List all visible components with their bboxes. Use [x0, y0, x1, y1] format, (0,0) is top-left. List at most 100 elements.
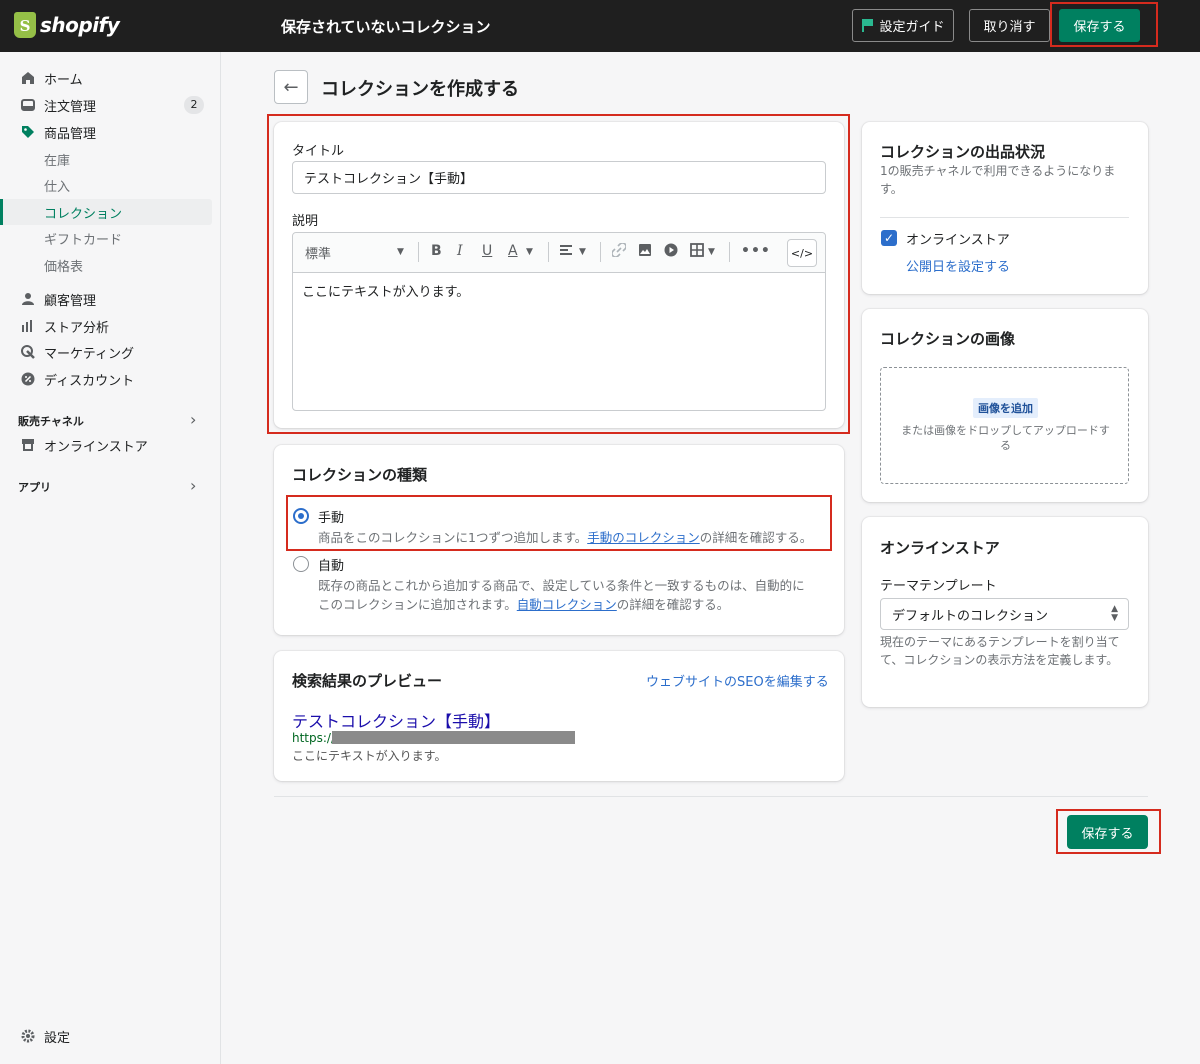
sidebar-item-inventory[interactable]: 在庫: [0, 146, 212, 172]
apps-heading: アプリ: [18, 481, 51, 494]
image-dropzone[interactable]: 画像を追加 または画像をドロップしてアップロードする: [880, 367, 1129, 484]
automatic-help-suffix: の詳細を確認する。: [616, 597, 730, 612]
text-color-icon[interactable]: A: [508, 243, 518, 259]
online-store-channel-label: オンラインストア: [906, 233, 1010, 248]
sidebar-item-products[interactable]: 商品管理: [0, 119, 212, 145]
seo-preview-description: ここにテキストが入ります。: [292, 749, 447, 763]
more-icon[interactable]: •••: [741, 243, 771, 259]
manual-collection-link[interactable]: 手動のコレクション: [587, 530, 700, 545]
seo-preview-url: https://: [292, 731, 336, 745]
footer-divider: [274, 796, 1148, 797]
seo-preview-page-title: テストコレクション【手動】: [292, 712, 501, 731]
code-view-icon[interactable]: </>: [787, 239, 817, 267]
top-bar: shopify 保存されていないコレクション 設定ガイド 取り消す 保存する: [0, 0, 1200, 52]
theme-template-select[interactable]: デフォルトのコレクション ▲ ▼: [880, 598, 1129, 630]
sidebar-item-price-lists[interactable]: 価格表: [0, 252, 212, 278]
online-store-checkbox[interactable]: ✓: [881, 230, 897, 246]
sales-channels-heading: 販売チャネル: [18, 415, 84, 428]
marketing-icon: [20, 345, 35, 360]
bold-icon[interactable]: B: [431, 243, 442, 259]
sidebar-item-label: コレクション: [44, 206, 123, 222]
sales-channels-chevron-icon[interactable]: ›: [190, 410, 196, 429]
description-text[interactable]: ここにテキストが入ります。: [302, 281, 469, 300]
save-button-bottom[interactable]: 保存する: [1067, 815, 1148, 849]
align-icon[interactable]: [559, 243, 573, 261]
sidebar-item-marketing[interactable]: マーケティング: [0, 339, 212, 365]
automatic-radio[interactable]: [293, 556, 309, 572]
manual-radio[interactable]: [293, 508, 309, 524]
manual-help-suffix: の詳細を確認する。: [699, 530, 813, 545]
orders-icon: [20, 98, 35, 113]
arrow-left-icon: ←: [283, 76, 299, 98]
underline-icon[interactable]: U: [482, 243, 492, 259]
format-select[interactable]: 標準: [305, 243, 331, 262]
tag-icon: [20, 125, 35, 140]
toolbar-divider: [548, 242, 549, 262]
sidebar-item-discounts[interactable]: ディスカウント: [0, 366, 212, 392]
sidebar-item-label: ディスカウント: [44, 373, 135, 389]
discount-icon: [20, 372, 35, 387]
table-icon[interactable]: [690, 243, 704, 261]
orders-count-badge: 2: [184, 96, 204, 114]
sidebar-item-home[interactable]: ホーム: [0, 65, 212, 91]
apps-chevron-icon[interactable]: ›: [190, 476, 196, 495]
automatic-label: 自動: [318, 559, 345, 574]
sidebar-item-customers[interactable]: 顧客管理: [0, 286, 212, 312]
theme-template-help: 現在のテーマにあるテンプレートを割り当てて、コレクションの表示方法を定義します。: [880, 635, 1120, 667]
title-input[interactable]: テストコレクション【手動】: [292, 161, 826, 194]
sidebar-item-purchase-orders[interactable]: 仕入: [0, 172, 212, 198]
sidebar-item-label: 商品管理: [44, 126, 97, 142]
sidebar-item-orders[interactable]: 注文管理 2: [0, 92, 212, 118]
title-label: タイトル: [292, 144, 345, 159]
analytics-icon: [20, 319, 35, 334]
editor-toolbar: 標準 ▼ B I U A ▼ ▼ ▼ ••• </>: [293, 233, 825, 273]
toolbar-divider: [729, 242, 730, 262]
italic-icon[interactable]: I: [457, 243, 463, 259]
sidebar-item-label: マーケティング: [44, 346, 134, 362]
automatic-collection-link[interactable]: 自動コレクション: [517, 597, 617, 612]
format-chevron-down-icon[interactable]: ▼: [397, 247, 404, 257]
redacted-url-bar: [332, 731, 575, 744]
home-icon: [20, 71, 35, 86]
table-chevron-icon[interactable]: ▼: [708, 247, 715, 257]
flag-icon: [861, 19, 874, 32]
text-color-chevron-icon[interactable]: ▼: [526, 247, 533, 257]
toolbar-divider: [418, 242, 419, 262]
unsaved-title: 保存されていないコレクション: [281, 18, 491, 36]
link-icon[interactable]: [611, 242, 627, 261]
sidebar-item-online-store[interactable]: オンラインストア: [0, 432, 212, 458]
discard-button[interactable]: 取り消す: [969, 9, 1050, 42]
setup-guide-button[interactable]: 設定ガイド: [852, 9, 954, 42]
collection-type-title: コレクションの種類: [292, 466, 428, 484]
theme-template-value: デフォルトのコレクション: [892, 608, 1049, 624]
sidebar-item-label: ストア分析: [44, 320, 110, 336]
sidebar-item-label: ギフトカード: [44, 232, 123, 248]
sidebar-item-analytics[interactable]: ストア分析: [0, 313, 212, 339]
shopify-logo[interactable]: shopify: [14, 12, 120, 38]
setup-guide-label: 設定ガイド: [879, 20, 945, 35]
sidebar-item-label: 在庫: [44, 153, 71, 169]
image-icon[interactable]: [638, 243, 652, 261]
set-publish-date-link[interactable]: 公開日を設定する: [906, 256, 1010, 275]
shopify-bag-icon: [14, 12, 36, 38]
save-button-top[interactable]: 保存する: [1059, 9, 1140, 42]
automatic-help-line1: 既存の商品とこれから追加する商品で、設定している条件と一致するものは、自動的に: [318, 578, 805, 593]
manual-help: 商品をこのコレクションに1つずつ追加します。手動のコレクションの詳細を確認する。: [318, 528, 812, 547]
sidebar-item-gift-cards[interactable]: ギフトカード: [0, 225, 212, 251]
page-title: コレクションを作成する: [321, 79, 519, 100]
toolbar-divider: [600, 242, 601, 262]
sidebar-item-label: ホーム: [44, 72, 83, 88]
sidebar-item-label: 顧客管理: [44, 293, 97, 309]
availability-divider: [880, 217, 1129, 218]
online-store-title: オンラインストア: [880, 539, 1000, 557]
select-arrows-icon: ▲ ▼: [1111, 604, 1118, 623]
sidebar-item-label: オンラインストア: [44, 439, 148, 455]
edit-seo-link[interactable]: ウェブサイトのSEOを編集する: [646, 671, 829, 690]
sidebar-item-collections[interactable]: コレクション: [0, 199, 212, 225]
add-image-button[interactable]: 画像を追加: [973, 398, 1038, 418]
align-chevron-icon[interactable]: ▼: [579, 247, 586, 257]
video-icon[interactable]: [664, 243, 678, 261]
sidebar-item-settings[interactable]: 設定: [0, 1023, 212, 1049]
back-button[interactable]: ←: [274, 70, 308, 104]
gear-icon: [20, 1029, 35, 1044]
